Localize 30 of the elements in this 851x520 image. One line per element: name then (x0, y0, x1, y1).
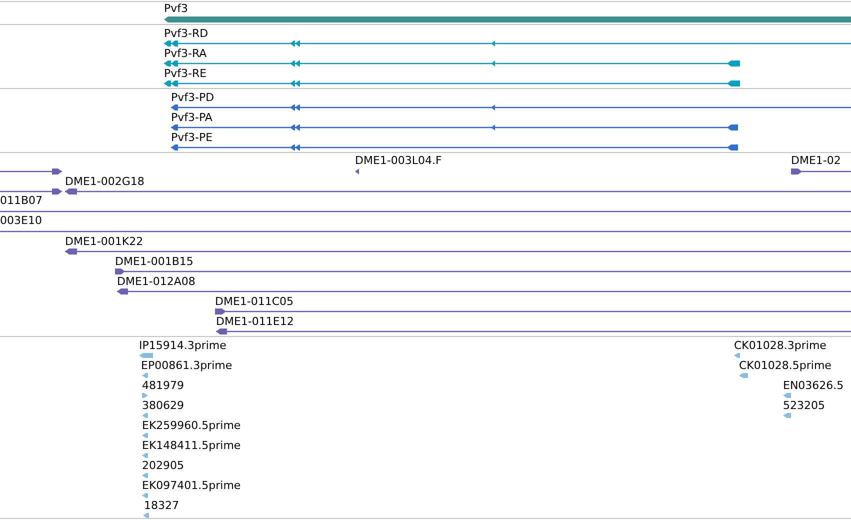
feature-label: EK097401.5prime (142, 479, 241, 492)
feature-label: EP00861.3prime (141, 359, 232, 372)
feature-label: Pvf3-PE (171, 131, 213, 144)
feature-label: CK01028.3prime (734, 339, 826, 352)
feature-label: Pvf3 (164, 2, 188, 15)
feature-label: CK01028.5prime (739, 359, 832, 372)
feature-label: Pvf3-PD (171, 91, 214, 104)
feature-label: DME1-002G18 (65, 175, 144, 188)
feature-label: DME1-001B15 (115, 255, 194, 268)
feature-label: 380629 (142, 399, 184, 412)
feature-label: 18327 (144, 499, 179, 512)
feature-label: 523205 (783, 399, 825, 412)
feature-label: EK259960.5prime (142, 419, 241, 432)
feature-label: IP15914.3prime (139, 339, 226, 352)
feature-label: 011B07 (0, 194, 43, 207)
feature-label: DME1-012A08 (117, 275, 196, 288)
feature-label: DME1-003L04.F (355, 154, 442, 167)
feature-label: EN03626.5 (783, 379, 844, 392)
feature-label: 003E10 (0, 214, 42, 227)
feature-label: 481979 (142, 379, 184, 392)
feature-label: EK148411.5prime (142, 439, 241, 452)
feature-label: 202905 (142, 459, 184, 472)
feature-label: DME1-001K22 (65, 235, 144, 248)
feature-label: DME1-011E12 (216, 315, 294, 328)
feature-label: Pvf3-PA (171, 111, 212, 124)
feature-label: Pvf3-RE (164, 67, 207, 80)
feature-label: Pvf3-RD (164, 27, 208, 40)
feature-label: Pvf3-RA (164, 47, 207, 60)
feature-label: DME1-02 (791, 154, 841, 167)
feature-label: DME1-011C05 (215, 295, 294, 308)
